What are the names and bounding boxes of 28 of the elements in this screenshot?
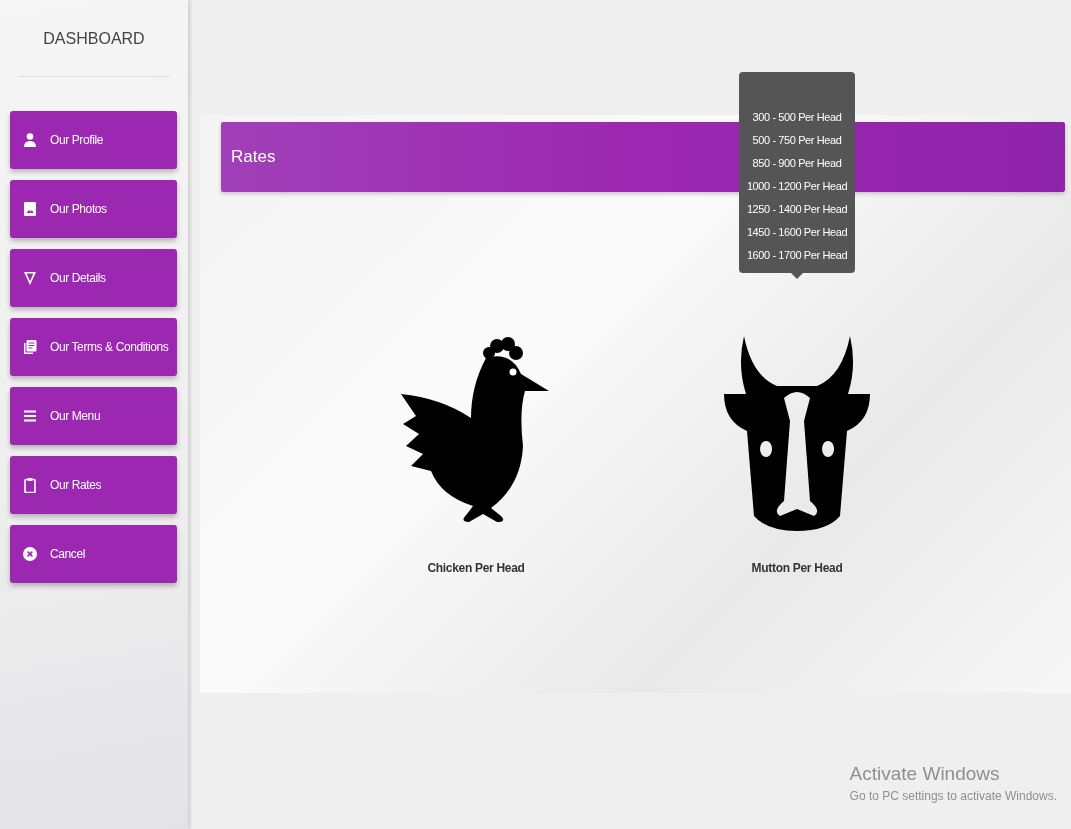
animal-label: Mutton Per Head xyxy=(751,561,843,575)
cow-head-icon[interactable] xyxy=(722,336,872,531)
activation-title: Activate Windows xyxy=(849,763,1001,785)
tooltip-rate-text: 1000 - 1200 Per Head xyxy=(746,179,848,194)
sidebar-menu-button[interactable]: Our Rates xyxy=(10,456,177,514)
sidebar-menu-button[interactable]: Our Details xyxy=(10,249,177,307)
sidebar-menu-button[interactable]: Our Photos xyxy=(10,180,177,238)
dashboard-title: DASHBOARD xyxy=(43,30,145,48)
animal-label: Chicken Per Head xyxy=(427,561,525,575)
close-icon xyxy=(22,546,38,562)
tooltip-rate-text: 1600 - 1700 Per Head xyxy=(746,248,848,263)
sidebar-menu-button[interactable]: Our Profile xyxy=(10,111,177,169)
tooltip-rate-text: 850 - 900 Per Head xyxy=(752,156,842,171)
tooltip-rate-text: 300 - 500 Per Head xyxy=(752,110,842,125)
triangle-icon xyxy=(22,270,38,286)
rates-title: Rates xyxy=(231,147,276,167)
tooltip-rate-text: 1250 - 1400 Per Head xyxy=(746,202,848,217)
tooltip-rate-text: 500 - 750 Per Head xyxy=(752,133,842,148)
tooltip-rate-text: 1450 - 1600 Per Head xyxy=(746,225,848,240)
sidebar-menu-button[interactable]: Our Menu xyxy=(10,387,177,445)
sidebar-menu-button[interactable]: Our Terms & Conditions xyxy=(10,318,177,376)
person-icon xyxy=(22,132,38,148)
sidebar-menu-button[interactable]: Cancel xyxy=(10,525,177,583)
menu-icon xyxy=(22,408,38,424)
document-stack-icon xyxy=(22,339,38,355)
clipboard-icon xyxy=(22,477,38,493)
image-icon xyxy=(22,201,38,217)
activation-text: Go to PC settings to activate Windows. xyxy=(849,789,1057,803)
